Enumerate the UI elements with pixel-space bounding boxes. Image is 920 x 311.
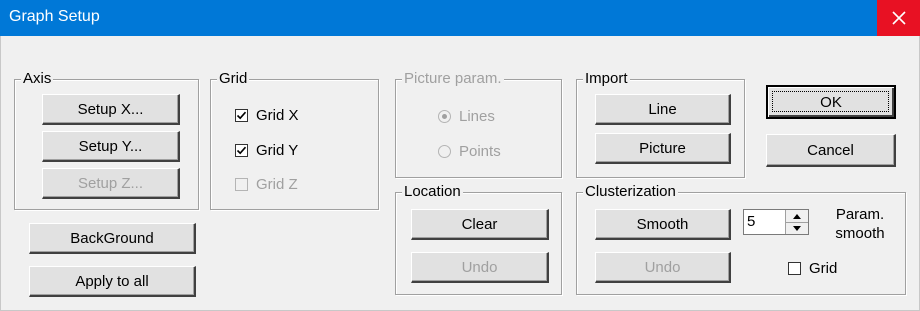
clusterization-group-label: Clusterization	[583, 183, 678, 201]
param-smooth-spinner[interactable]: 5	[743, 209, 809, 235]
location-clear-button[interactable]: Clear	[411, 209, 549, 240]
lines-radio[interactable]: Lines	[438, 106, 495, 126]
grid-y-label: Grid Y	[256, 141, 299, 159]
lines-label: Lines	[459, 107, 495, 125]
checkbox-unchecked-icon	[235, 177, 248, 191]
title-bar: Graph Setup	[0, 0, 920, 36]
grid-z-label: Grid Z	[256, 175, 298, 193]
window-title: Graph Setup	[9, 8, 100, 25]
close-x-icon	[891, 10, 907, 26]
setup-z-button[interactable]: Setup Z...	[42, 168, 180, 199]
param-smooth-label: Param. smooth	[820, 205, 900, 243]
checkbox-checked-icon	[235, 108, 248, 122]
param-label-line-2: smooth	[835, 225, 885, 242]
picture-param-group: Picture param.	[395, 70, 562, 178]
radio-unselected-icon	[438, 144, 451, 158]
checkbox-checked-icon	[235, 143, 248, 157]
spin-up-icon[interactable]	[786, 210, 808, 222]
clusterization-grid-checkbox[interactable]: Grid	[788, 258, 837, 278]
background-button[interactable]: BackGround	[29, 223, 196, 254]
ok-button[interactable]: OK	[766, 85, 896, 119]
grid-y-checkbox[interactable]: Grid Y	[235, 140, 298, 160]
grid-x-label: Grid X	[256, 106, 299, 124]
smooth-button[interactable]: Smooth	[595, 209, 731, 240]
clusterization-grid-label: Grid	[809, 259, 838, 277]
grid-group-label: Grid	[217, 70, 250, 88]
cancel-button[interactable]: Cancel	[766, 134, 896, 167]
import-picture-button[interactable]: Picture	[595, 133, 731, 164]
spin-down-icon[interactable]	[786, 222, 808, 234]
import-line-button[interactable]: Line	[595, 94, 731, 125]
setup-x-button[interactable]: Setup X...	[42, 94, 180, 125]
points-label: Points	[459, 142, 501, 160]
import-group-label: Import	[583, 70, 630, 88]
ok-label: OK	[820, 93, 842, 111]
axis-group-label: Axis	[21, 70, 54, 88]
grid-x-checkbox[interactable]: Grid X	[235, 105, 299, 125]
close-button[interactable]	[877, 0, 920, 36]
location-undo-button[interactable]: Undo	[411, 252, 549, 283]
clusterization-undo-button[interactable]: Undo	[595, 252, 731, 283]
param-smooth-value[interactable]: 5	[747, 213, 755, 230]
location-group-label: Location	[402, 183, 463, 201]
setup-y-button[interactable]: Setup Y...	[42, 131, 180, 162]
points-radio[interactable]: Points	[438, 141, 501, 161]
apply-to-all-button[interactable]: Apply to all	[29, 266, 196, 297]
checkbox-unchecked-icon	[788, 261, 801, 275]
grid-z-checkbox[interactable]: Grid Z	[235, 174, 298, 194]
radio-selected-icon	[438, 109, 451, 123]
picture-param-group-label: Picture param.	[402, 70, 504, 88]
param-label-line-1: Param.	[835, 206, 885, 223]
spin-buttons	[785, 210, 808, 234]
